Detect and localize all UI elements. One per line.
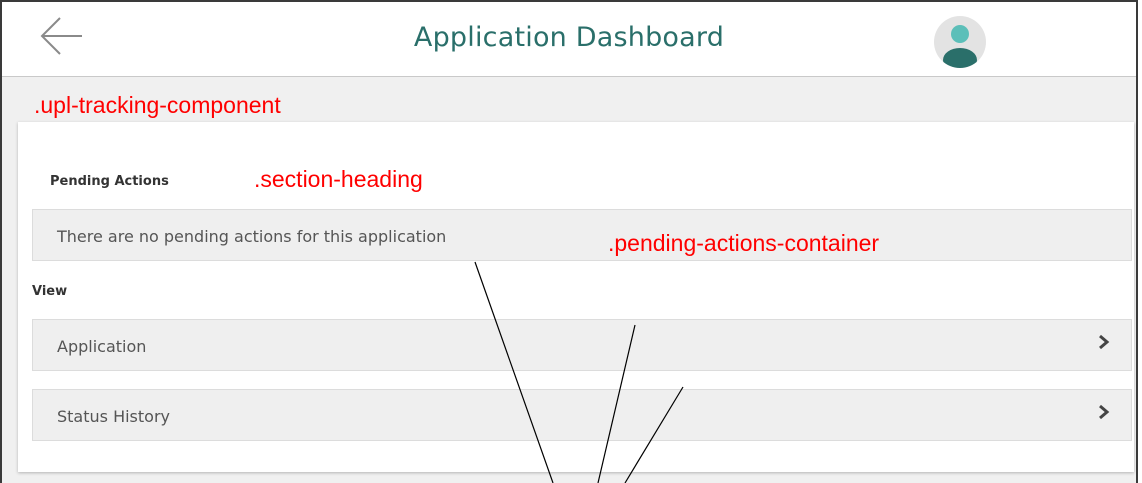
pending-actions-heading: Pending Actions <box>50 174 169 189</box>
app-header: Application Dashboard <box>2 2 1136 77</box>
view-item-application[interactable]: Application <box>32 319 1132 371</box>
pending-actions-container: There are no pending actions for this ap… <box>32 209 1132 261</box>
chevron-right-icon <box>1097 402 1111 422</box>
view-heading: View <box>32 284 68 299</box>
view-item-label: Status History <box>57 407 170 426</box>
annotation-pending-container: .pending-actions-container <box>608 230 880 256</box>
user-avatar-icon[interactable] <box>934 16 986 68</box>
tracking-card: Pending Actions There are no pending act… <box>18 122 1134 472</box>
view-item-status-history[interactable]: Status History <box>32 389 1132 441</box>
pending-actions-message: There are no pending actions for this ap… <box>57 227 447 246</box>
chevron-right-icon <box>1097 332 1111 352</box>
annotation-component: .upl-tracking-component <box>34 92 281 118</box>
annotation-section-heading: .section-heading <box>254 166 423 192</box>
view-item-label: Application <box>57 337 147 356</box>
